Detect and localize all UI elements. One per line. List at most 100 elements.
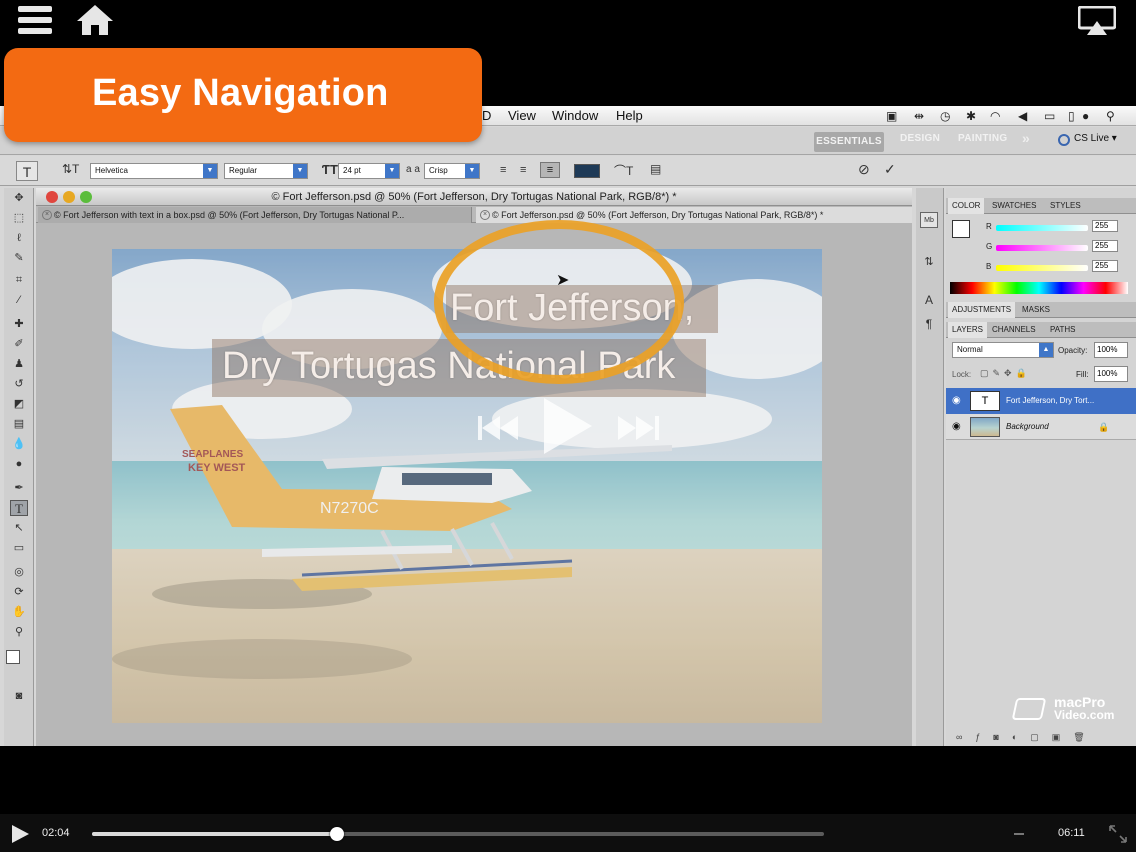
blend-mode-select[interactable]: Normal ▲ xyxy=(952,342,1054,358)
time-machine-icon[interactable]: ◷ xyxy=(940,109,950,123)
tab-channels[interactable]: CHANNELS xyxy=(988,322,1040,338)
character-panel-icon[interactable]: ▤ xyxy=(650,162,661,176)
marquee-tool-icon[interactable]: ⬚ xyxy=(10,210,28,226)
workspace-painting[interactable]: PAINTING xyxy=(958,133,1007,144)
close-tab-icon[interactable]: × xyxy=(42,210,52,220)
move-tool-icon[interactable]: ✥ xyxy=(10,190,28,206)
history-icon[interactable]: ⇅ xyxy=(920,254,938,270)
tab-layers[interactable]: LAYERS xyxy=(948,322,987,338)
tab-swatches[interactable]: SWATCHES xyxy=(988,198,1040,214)
next-track-icon[interactable] xyxy=(618,414,660,442)
easy-navigation-callout[interactable]: Easy Navigation xyxy=(4,48,482,142)
tool-preset-picker[interactable]: T xyxy=(16,161,38,181)
visibility-eye-icon[interactable]: ◉ xyxy=(952,388,961,414)
resize-icon[interactable]: ⇹ xyxy=(914,109,924,123)
play-button[interactable] xyxy=(10,824,30,844)
visibility-eye-icon[interactable]: ◉ xyxy=(952,414,961,440)
history-brush-tool-icon[interactable]: ↺ xyxy=(10,376,28,392)
text-color-swatch[interactable] xyxy=(574,164,600,178)
workspace-design[interactable]: DESIGN xyxy=(900,133,940,144)
align-center-icon[interactable]: ≡ xyxy=(520,164,534,176)
minimize-window-icon[interactable] xyxy=(63,191,75,203)
3d-orbit-tool-icon[interactable]: ⟳ xyxy=(10,584,28,600)
lasso-tool-icon[interactable]: ℓ xyxy=(10,230,28,246)
layers-footer-icons[interactable]: ∞ƒ◙◐▢▣🗑 xyxy=(956,732,1098,743)
healing-tool-icon[interactable]: ✚ xyxy=(10,316,28,332)
eraser-tool-icon[interactable]: ◩ xyxy=(10,396,28,412)
document-title-bar[interactable]: © Fort Jefferson.psd @ 50% (Fort Jeffers… xyxy=(36,188,912,206)
font-style-select[interactable]: Regular ▼ xyxy=(224,163,308,179)
red-slider[interactable] xyxy=(996,225,1088,231)
quick-select-tool-icon[interactable]: ✎ xyxy=(10,250,28,266)
warp-text-icon[interactable]: ⌒T xyxy=(614,162,633,179)
user-icon[interactable]: ● xyxy=(1082,109,1089,123)
commit-edits-icon[interactable]: ✓ xyxy=(884,161,896,178)
fullscreen-icon[interactable] xyxy=(1108,824,1128,844)
gradient-tool-icon[interactable]: ▤ xyxy=(10,416,28,432)
blue-value-input[interactable]: 255 xyxy=(1092,260,1118,272)
font-family-select[interactable]: Helvetica ▼ xyxy=(90,163,218,179)
tab-paths[interactable]: PATHS xyxy=(1046,322,1079,338)
opacity-input[interactable]: 100% xyxy=(1094,342,1128,358)
shape-tool-icon[interactable]: ▭ xyxy=(10,540,28,556)
blue-slider[interactable] xyxy=(996,265,1088,271)
close-window-icon[interactable] xyxy=(46,191,58,203)
crop-tool-icon[interactable]: ⌗ xyxy=(10,272,28,288)
green-value-input[interactable]: 255 xyxy=(1092,240,1118,252)
battery-icon[interactable]: ▭ xyxy=(1044,109,1055,123)
quick-mask-icon[interactable]: ◙ xyxy=(10,688,28,704)
dodge-tool-icon[interactable]: ● xyxy=(10,456,28,472)
paragraph-icon[interactable]: ¶ xyxy=(920,316,938,332)
align-left-icon[interactable]: ≡ xyxy=(500,164,514,176)
bluetooth-icon[interactable]: ✱ xyxy=(966,109,976,123)
home-icon[interactable] xyxy=(76,4,114,36)
color-ramp[interactable] xyxy=(950,282,1128,294)
menu-help[interactable]: Help xyxy=(616,108,643,123)
airplay-icon[interactable] xyxy=(1077,5,1117,36)
tab-styles[interactable]: STYLES xyxy=(1046,198,1085,214)
text-orientation-icon[interactable]: ⇅T xyxy=(62,162,79,176)
path-select-tool-icon[interactable]: ↖ xyxy=(10,520,28,536)
cancel-edits-icon[interactable]: ⊘ xyxy=(858,161,870,178)
layer-text[interactable]: ◉ T Fort Jefferson, Dry Tort... xyxy=(946,388,1136,414)
layer-name[interactable]: Fort Jefferson, Dry Tort... xyxy=(1006,388,1094,414)
layer-name[interactable]: Background xyxy=(1006,414,1049,440)
tab-fort-jefferson-box[interactable]: × © Fort Jefferson with text in a box.ps… xyxy=(38,207,472,223)
foreground-color-swatch[interactable] xyxy=(6,650,20,664)
list-icon[interactable] xyxy=(18,6,52,36)
type-tool-icon[interactable]: T xyxy=(10,500,28,516)
fill-input[interactable]: 100% xyxy=(1094,366,1128,382)
volume-icon[interactable]: ◀ xyxy=(1018,109,1027,123)
antialias-select[interactable]: Crisp ▼ xyxy=(424,163,480,179)
tab-color[interactable]: COLOR xyxy=(948,198,985,214)
3d-rotate-tool-icon[interactable]: ◎ xyxy=(10,564,28,580)
previous-track-icon[interactable] xyxy=(478,414,520,442)
blur-tool-icon[interactable]: 💧 xyxy=(10,436,28,452)
cs-live-menu[interactable]: CS Live ▾ xyxy=(1074,133,1117,144)
eyedropper-tool-icon[interactable]: ⁄ xyxy=(10,292,28,308)
lock-icons[interactable]: ▢✎✥🔒 xyxy=(980,368,1031,379)
red-value-input[interactable]: 255 xyxy=(1092,220,1118,232)
wifi-icon[interactable]: ◠ xyxy=(990,109,1000,123)
foreground-color[interactable] xyxy=(952,220,970,238)
hand-tool-icon[interactable]: ✋ xyxy=(10,604,28,620)
progress-scrubber[interactable] xyxy=(329,827,344,841)
menu-window[interactable]: Window xyxy=(552,108,598,123)
zoom-window-icon[interactable] xyxy=(80,191,92,203)
flag-icon[interactable]: ▯ xyxy=(1068,109,1075,123)
brush-tool-icon[interactable]: ✐ xyxy=(10,336,28,352)
layer-background[interactable]: ◉ Background 🔒 xyxy=(946,414,1136,440)
menu-item[interactable]: D xyxy=(482,108,491,123)
zoom-tool-icon[interactable]: ⚲ xyxy=(10,624,28,640)
workspace-more[interactable]: » xyxy=(1022,130,1030,146)
camera-icon[interactable]: ▣ xyxy=(886,109,897,123)
tab-masks[interactable]: MASKS xyxy=(1018,302,1054,318)
font-size-select[interactable]: 24 pt ▼ xyxy=(338,163,400,179)
video-frame[interactable]: D View Window Help ▣ ⇹ ◷ ✱ ◠ ◀ ▭ ▯ ● ⚲ E… xyxy=(0,106,1136,746)
character-icon[interactable]: A xyxy=(920,292,938,308)
progress-track[interactable] xyxy=(92,827,824,841)
play-icon[interactable] xyxy=(542,396,594,456)
close-tab-icon[interactable]: × xyxy=(480,210,490,220)
menu-view[interactable]: View xyxy=(508,108,536,123)
stamp-tool-icon[interactable]: ♟ xyxy=(10,356,28,372)
